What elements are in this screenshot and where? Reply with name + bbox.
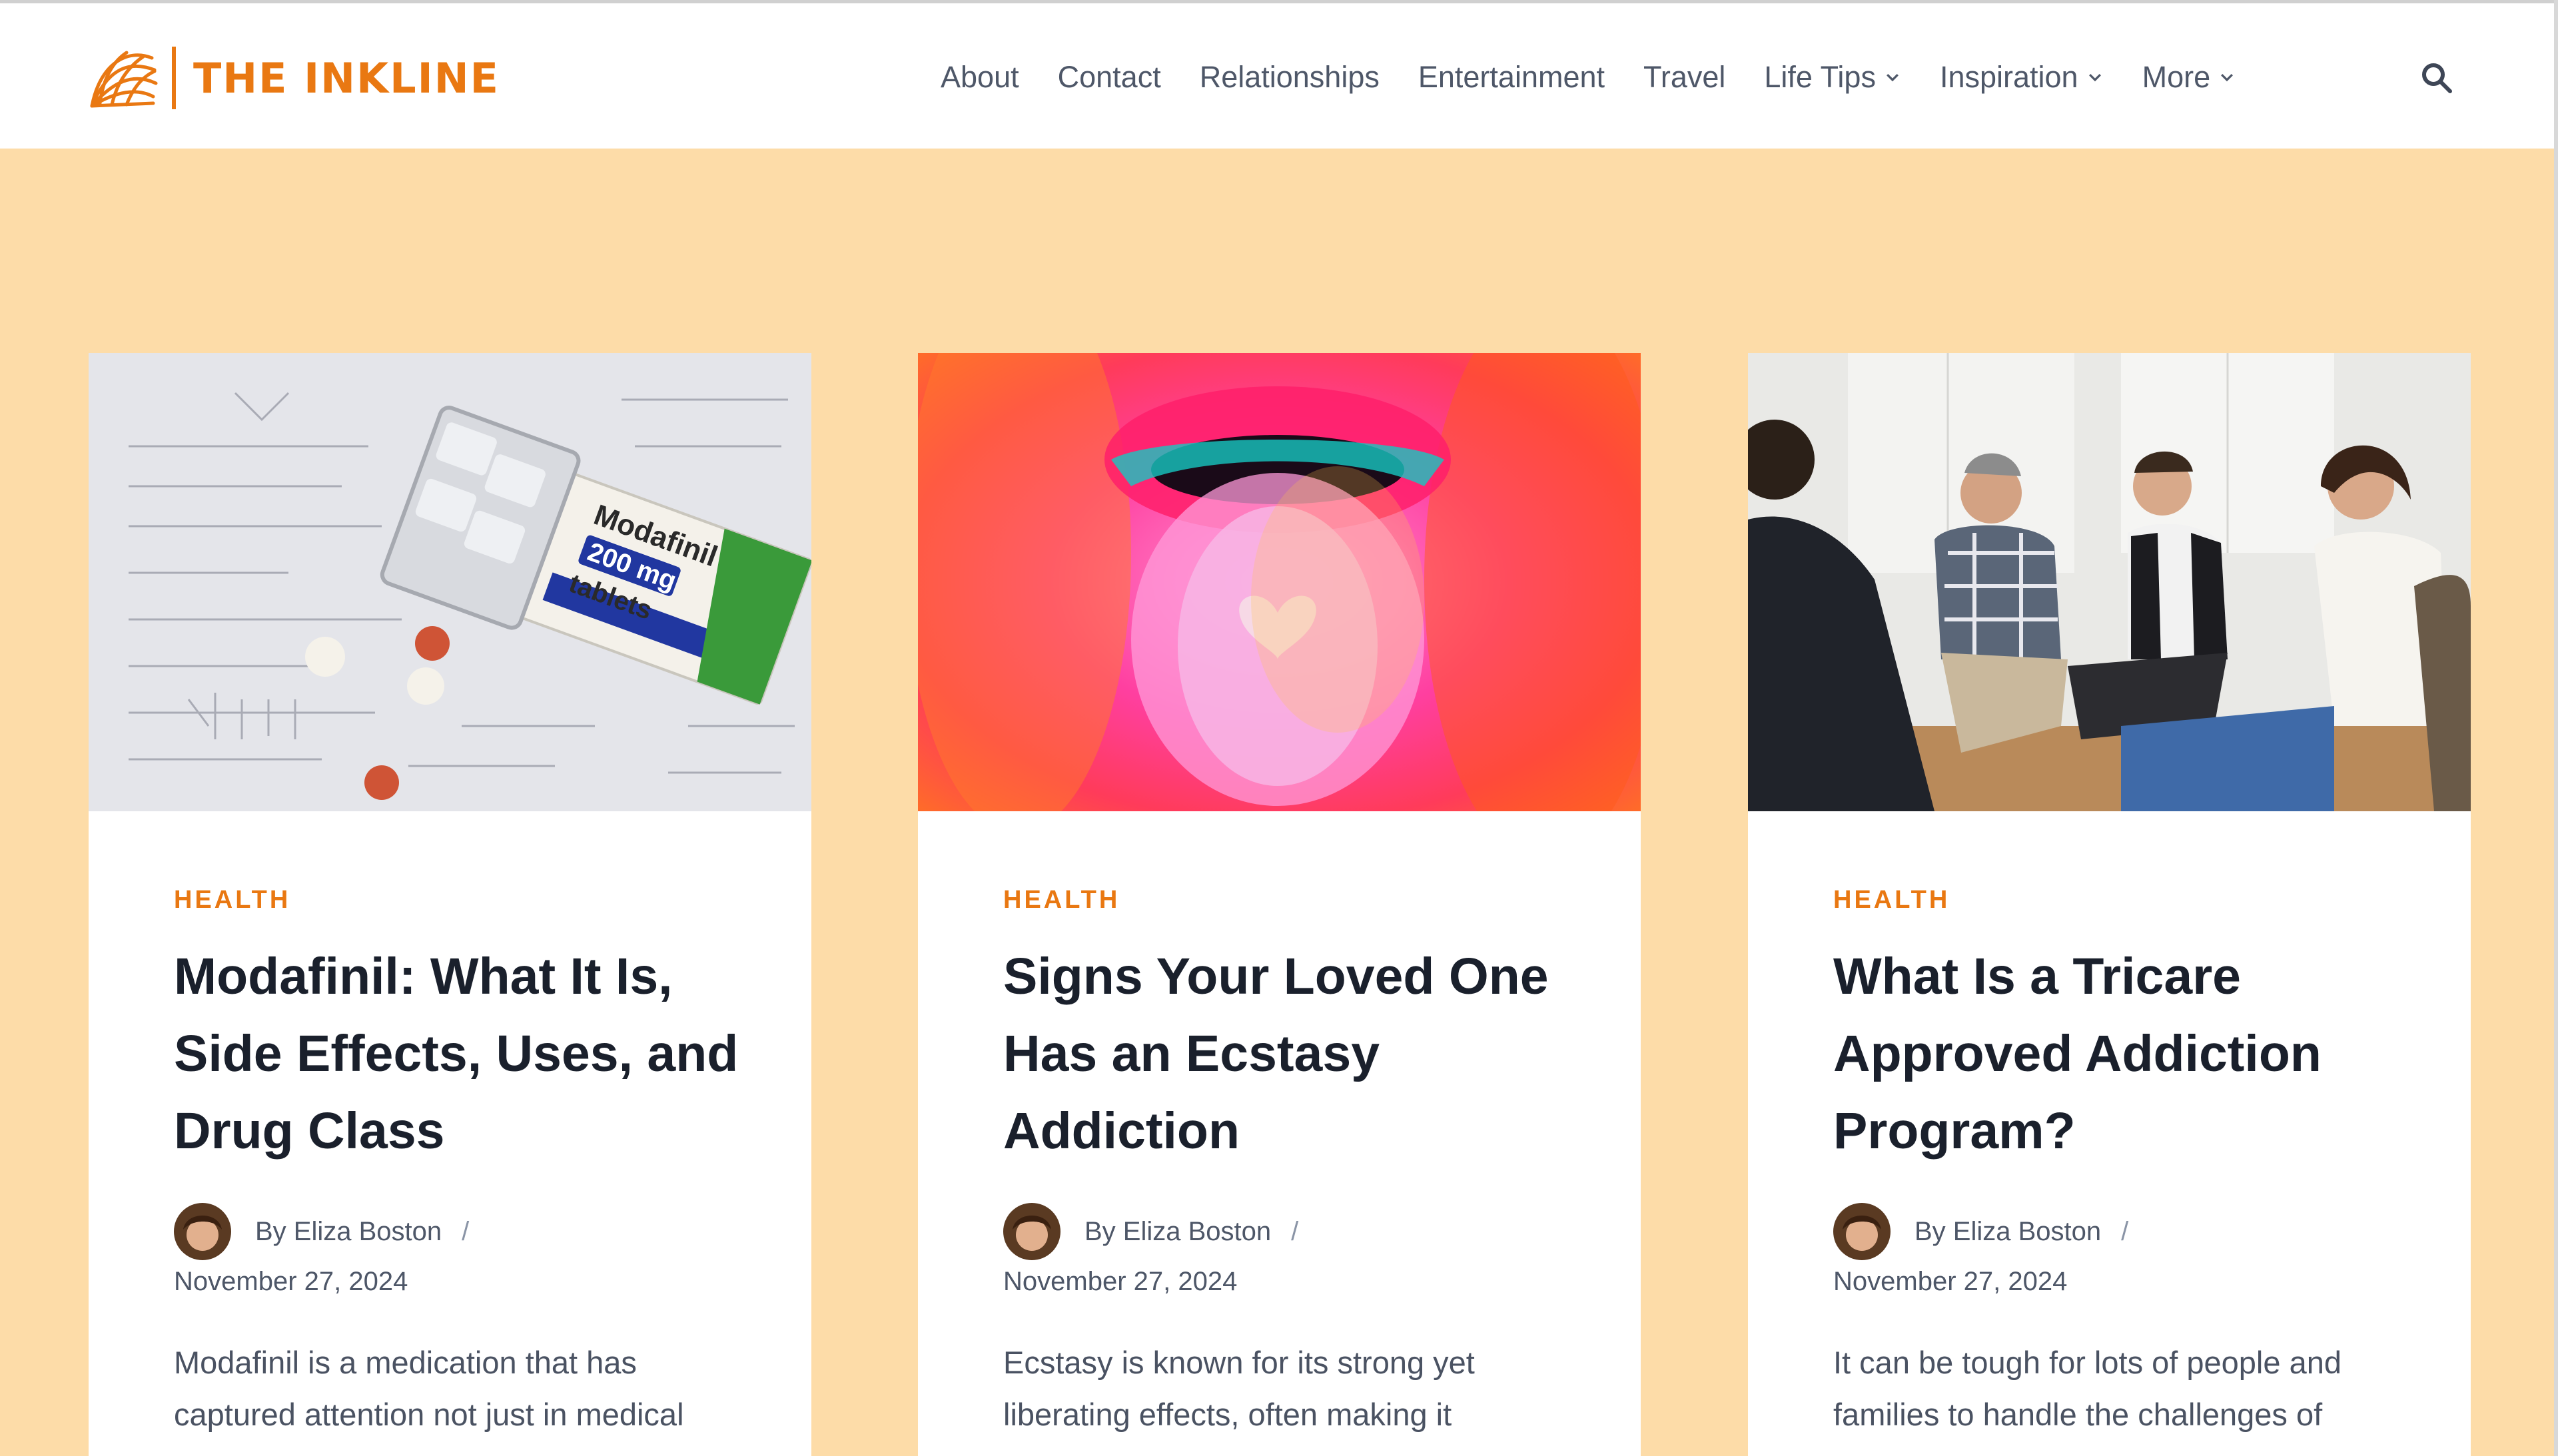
chevron-down-icon — [2088, 73, 2101, 82]
author-name[interactable]: By Eliza Boston — [1915, 1217, 2101, 1247]
category-link[interactable]: HEALTH — [1003, 886, 1576, 923]
logo-divider — [172, 47, 176, 109]
scrollbar-edge — [2554, 0, 2558, 1456]
article-card[interactable]: Modafinil 200 mg tablets HEALTH Modafini… — [89, 353, 811, 1456]
article-excerpt: It can be tough for lots of people and f… — [1833, 1345, 2342, 1432]
article-card[interactable]: HEALTH What Is a Tricare Approved Addict… — [1748, 353, 2471, 1456]
article-excerpt: Modafinil is a medication that has captu… — [174, 1345, 684, 1432]
nav-label: About — [941, 60, 1019, 94]
chevron-down-icon — [1887, 73, 1899, 82]
nav-label: More — [2142, 60, 2211, 94]
nav-more[interactable]: More — [2142, 60, 2236, 95]
article-meta: By Eliza Boston / — [1833, 1202, 2406, 1262]
author-avatar[interactable] — [1833, 1203, 1891, 1260]
article-thumbnail[interactable] — [918, 353, 1641, 811]
article-title[interactable]: Modafinil: What It Is, Side Effects, Use… — [174, 938, 747, 1170]
article-meta: By Eliza Boston / — [1003, 1202, 1576, 1262]
category-link[interactable]: HEALTH — [1833, 886, 2406, 923]
modafinil-photo: Modafinil 200 mg tablets — [89, 353, 811, 811]
publish-date: November 27, 2024 — [1003, 1267, 1238, 1296]
nav-label: Travel — [1643, 60, 1726, 94]
author-name[interactable]: By Eliza Boston — [1084, 1217, 1271, 1247]
article-meta: By Eliza Boston / — [174, 1202, 747, 1262]
article-title[interactable]: Signs Your Loved One Has an Ecstasy Addi… — [1003, 938, 1576, 1170]
meta-separator: / — [462, 1216, 470, 1246]
chevron-down-icon — [2221, 73, 2234, 82]
article-body: HEALTH Modafinil: What It Is, Side Effec… — [174, 886, 747, 1441]
article-card[interactable]: HEALTH Signs Your Loved One Has an Ecsta… — [918, 353, 1641, 1456]
article-thumbnail[interactable] — [1748, 353, 2471, 811]
nav-life-tips[interactable]: Life Tips — [1764, 60, 1901, 95]
avatar-image — [1833, 1203, 1891, 1260]
nav-label: Inspiration — [1939, 60, 2078, 94]
nav-label: Entertainment — [1418, 60, 1605, 94]
site-header: THE INKLINE About Contact Relationships … — [0, 3, 2554, 149]
logo-shell-icon — [90, 51, 158, 108]
article-title[interactable]: What Is a Tricare Approved Addiction Pro… — [1833, 938, 2406, 1170]
nav-entertainment[interactable]: Entertainment — [1418, 60, 1605, 95]
nav-label: Life Tips — [1764, 60, 1876, 94]
nav-label: Relationships — [1199, 60, 1380, 94]
category-link[interactable]: HEALTH — [174, 886, 747, 923]
nav-travel[interactable]: Travel — [1643, 60, 1725, 95]
author-avatar[interactable] — [1003, 1203, 1061, 1260]
nav-contact[interactable]: Contact — [1058, 60, 1161, 95]
publish-date: November 27, 2024 — [1833, 1267, 2068, 1296]
ecstasy-photo — [918, 353, 1641, 811]
nav-relationships[interactable]: Relationships — [1200, 60, 1380, 95]
avatar-image — [174, 1203, 231, 1260]
meta-separator: / — [2121, 1216, 2129, 1246]
article-body: HEALTH Signs Your Loved One Has an Ecsta… — [1003, 886, 1576, 1441]
therapy-photo — [1748, 353, 2471, 811]
article-excerpt: Ecstasy is known for its strong yet libe… — [1003, 1345, 1475, 1432]
avatar-image — [1003, 1203, 1061, 1260]
article-body: HEALTH What Is a Tricare Approved Addict… — [1833, 886, 2406, 1441]
site-logo[interactable]: THE INKLINE — [87, 45, 500, 111]
nav-label: Contact — [1057, 60, 1161, 94]
publish-date: November 27, 2024 — [174, 1267, 408, 1296]
article-thumbnail[interactable]: Modafinil 200 mg tablets — [89, 353, 811, 811]
meta-separator: / — [1291, 1216, 1299, 1246]
author-avatar[interactable] — [174, 1203, 231, 1260]
site-name: THE INKLINE — [193, 53, 500, 103]
nav-inspiration[interactable]: Inspiration — [1940, 60, 2104, 95]
main-nav: About Contact Relationships Entertainmen… — [941, 54, 2274, 101]
search-icon[interactable] — [2418, 59, 2455, 97]
author-name[interactable]: By Eliza Boston — [255, 1217, 442, 1247]
nav-about[interactable]: About — [941, 60, 1019, 95]
